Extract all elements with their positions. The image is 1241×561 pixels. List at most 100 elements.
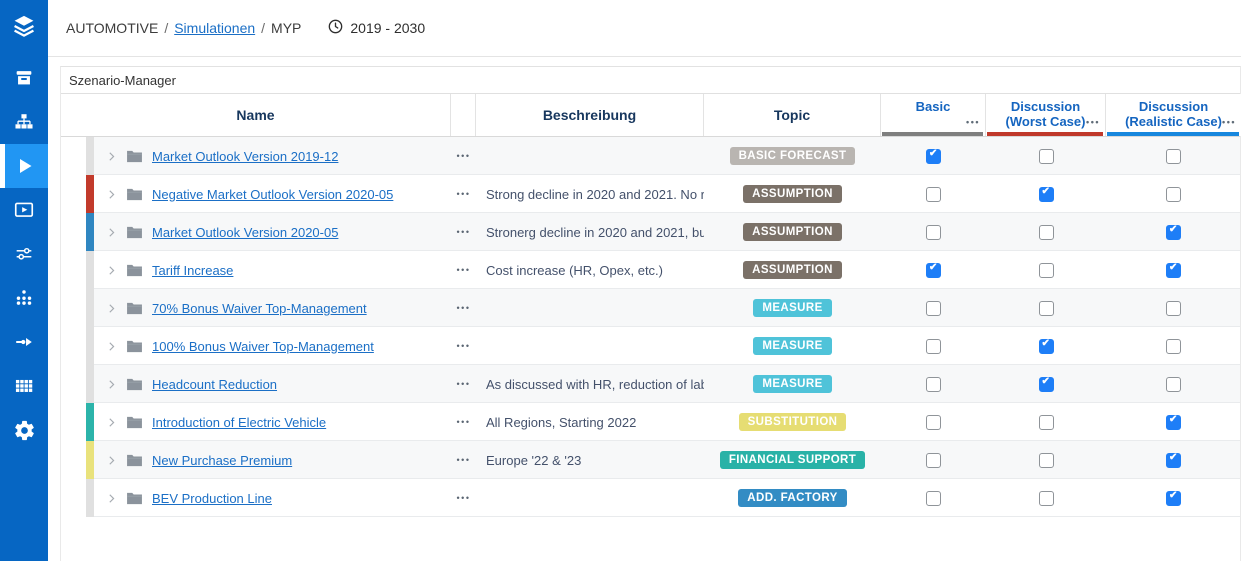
sidebar-item-tables[interactable]: [0, 364, 48, 408]
chevron-right-icon[interactable]: [104, 377, 119, 392]
table-row: Market Outlook Version 2019-12 ••• BASIC…: [86, 137, 1240, 175]
scenario-checkbox[interactable]: [1039, 377, 1054, 392]
row-menu-dots[interactable]: •••: [451, 379, 476, 389]
row-check-basic: [881, 491, 986, 506]
row-menu-dots[interactable]: •••: [451, 455, 476, 465]
chevron-right-icon[interactable]: [104, 339, 119, 354]
scenario-checkbox[interactable]: [1166, 187, 1181, 202]
row-check-worst-case: [986, 225, 1106, 240]
row-check-worst-case: [986, 491, 1106, 506]
scenario-checkbox[interactable]: [1039, 149, 1054, 164]
row-topic-cell: ASSUMPTION: [704, 185, 881, 203]
scenario-checkbox[interactable]: [1166, 263, 1181, 278]
scenario-menu-dots[interactable]: •••: [1086, 115, 1100, 130]
scenario-checkbox[interactable]: [1039, 453, 1054, 468]
scenario-checkbox[interactable]: [1166, 149, 1181, 164]
scenario-name-link[interactable]: 70% Bonus Waiver Top-Management: [152, 301, 367, 316]
scenario-checkbox[interactable]: [1039, 263, 1054, 278]
sidebar-item-parameters[interactable]: [0, 232, 48, 276]
scenario-checkbox[interactable]: [1166, 301, 1181, 316]
scenario-name-link[interactable]: New Purchase Premium: [152, 453, 292, 468]
table-row: 100% Bonus Waiver Top-Management ••• MEA…: [86, 327, 1240, 365]
sidebar-item-archive[interactable]: [0, 56, 48, 100]
chevron-right-icon[interactable]: [104, 453, 119, 468]
folder-icon: [126, 225, 143, 240]
chevron-right-icon[interactable]: [104, 149, 119, 164]
scenario-checkbox[interactable]: [1039, 339, 1054, 354]
scenario-checkbox[interactable]: [926, 263, 941, 278]
row-check-realistic-case: [1106, 339, 1241, 354]
row-description: Europe '22 & '23: [476, 453, 704, 468]
scenario-checkbox[interactable]: [926, 491, 941, 506]
chevron-right-icon[interactable]: [104, 491, 119, 506]
sidebar-item-presentation[interactable]: [0, 188, 48, 232]
scenario-name-link[interactable]: Market Outlook Version 2020-05: [152, 225, 338, 240]
sidebar-item-hierarchy[interactable]: [0, 276, 48, 320]
row-description: All Regions, Starting 2022: [476, 415, 704, 430]
chevron-right-icon[interactable]: [104, 225, 119, 240]
row-name-cell: Tariff Increase: [94, 251, 451, 289]
scenario-name-link[interactable]: Market Outlook Version 2019-12: [152, 149, 338, 164]
scenario-checkbox[interactable]: [1039, 415, 1054, 430]
scenario-checkbox[interactable]: [1166, 453, 1181, 468]
row-menu-dots[interactable]: •••: [451, 227, 476, 237]
scenario-name-link[interactable]: Tariff Increase: [152, 263, 233, 278]
row-menu-dots[interactable]: •••: [451, 303, 476, 313]
row-menu-dots[interactable]: •••: [451, 265, 476, 275]
table-row: Tariff Increase ••• Cost increase (HR, O…: [86, 251, 1240, 289]
scenario-checkbox[interactable]: [1039, 491, 1054, 506]
sidebar-item-structure[interactable]: [0, 100, 48, 144]
scenario-checkbox[interactable]: [926, 149, 941, 164]
sidebar-item-settings[interactable]: [0, 408, 48, 452]
chevron-right-icon[interactable]: [104, 301, 119, 316]
scenario-checkbox[interactable]: [1039, 187, 1054, 202]
scenario-name-link[interactable]: 100% Bonus Waiver Top-Management: [152, 339, 374, 354]
row-color-bar: [86, 403, 94, 441]
chevron-right-icon[interactable]: [104, 415, 119, 430]
table-row: BEV Production Line ••• ADD. FACTORY: [86, 479, 1240, 517]
row-menu-dots[interactable]: •••: [451, 417, 476, 427]
scenario-checkbox[interactable]: [1039, 301, 1054, 316]
breadcrumb-link-simulationen[interactable]: Simulationen: [174, 20, 255, 36]
period-label: 2019 - 2030: [350, 20, 425, 36]
scenario-checkbox[interactable]: [926, 339, 941, 354]
sidebar-item-flow[interactable]: [0, 320, 48, 364]
scenario-menu-dots[interactable]: •••: [966, 115, 980, 130]
row-description: Cost increase (HR, Opex, etc.): [476, 263, 704, 278]
row-menu-dots[interactable]: •••: [451, 341, 476, 351]
chevron-right-icon[interactable]: [104, 187, 119, 202]
table-row: Headcount Reduction ••• As discussed wit…: [86, 365, 1240, 403]
scenario-checkbox[interactable]: [1166, 377, 1181, 392]
chevron-right-icon[interactable]: [104, 263, 119, 278]
row-menu-dots[interactable]: •••: [451, 189, 476, 199]
scenario-accent-bar: [882, 132, 983, 136]
scenario-checkbox[interactable]: [1166, 415, 1181, 430]
scenario-checkbox[interactable]: [1039, 225, 1054, 240]
scenario-checkbox[interactable]: [926, 415, 941, 430]
row-check-worst-case: [986, 415, 1106, 430]
scenario-checkbox[interactable]: [1166, 339, 1181, 354]
scenario-checkbox[interactable]: [926, 225, 941, 240]
scenario-name-link[interactable]: Negative Market Outlook Version 2020-05: [152, 187, 393, 202]
scenario-checkbox[interactable]: [1166, 491, 1181, 506]
column-header-scenario-basic: Basic •••: [881, 94, 986, 136]
scenario-checkbox[interactable]: [926, 301, 941, 316]
topic-badge: ASSUMPTION: [743, 261, 842, 279]
scenario-menu-dots[interactable]: •••: [1222, 115, 1236, 130]
scenario-name-link[interactable]: Headcount Reduction: [152, 377, 277, 392]
app-logo[interactable]: [0, 0, 48, 56]
row-name-cell: New Purchase Premium: [94, 441, 451, 479]
row-menu-dots[interactable]: •••: [451, 493, 476, 503]
scenario-checkbox[interactable]: [926, 377, 941, 392]
breadcrumb-item-automotive: AUTOMOTIVE: [66, 20, 158, 36]
scenario-name-link[interactable]: BEV Production Line: [152, 491, 272, 506]
table-row: Negative Market Outlook Version 2020-05 …: [86, 175, 1240, 213]
scenario-title-line1: Discussion: [1011, 99, 1080, 114]
scenario-checkbox[interactable]: [926, 187, 941, 202]
sidebar-item-simulation[interactable]: [0, 144, 48, 188]
sliders-icon: [13, 243, 35, 265]
row-menu-dots[interactable]: •••: [451, 151, 476, 161]
scenario-checkbox[interactable]: [1166, 225, 1181, 240]
scenario-checkbox[interactable]: [926, 453, 941, 468]
scenario-name-link[interactable]: Introduction of Electric Vehicle: [152, 415, 326, 430]
